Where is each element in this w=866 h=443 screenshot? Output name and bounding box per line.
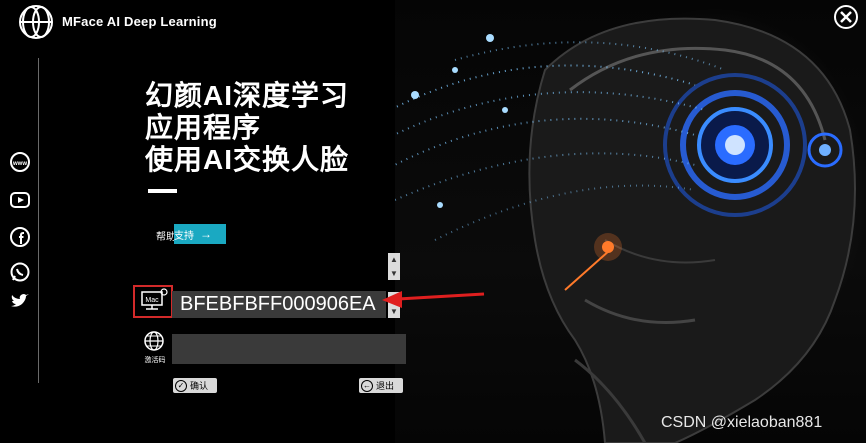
help-label: 帮助: [156, 232, 176, 243]
mac-address-field[interactable]: BFEBFBFF000906EA: [172, 291, 386, 318]
headline-line-3: 使用AI交换人脸: [145, 144, 350, 175]
chevron-up-icon[interactable]: ▲: [390, 255, 398, 264]
check-icon: ✓: [175, 379, 187, 392]
headline-line-2: 应用程序: [145, 112, 262, 143]
mac-icon-text: Mac: [145, 297, 159, 304]
chevron-down-icon[interactable]: ▼: [390, 269, 398, 278]
support-button[interactable]: 支持 →: [174, 224, 226, 244]
support-button-label: 支持: [174, 230, 194, 242]
exit-button[interactable]: ← 退出: [359, 378, 403, 393]
youtube-icon[interactable]: [8, 189, 32, 211]
confirm-button-label: 确认: [190, 381, 209, 391]
activation-label: 激活码: [144, 357, 166, 364]
brand-logo-icon: [19, 5, 53, 39]
watermark: CSDN @xielaoban881: [661, 414, 823, 431]
headline-underline: [148, 189, 177, 193]
headline-line-1: 幻颜AI深度学习: [145, 80, 350, 111]
close-button[interactable]: [833, 4, 859, 30]
whatsapp-icon[interactable]: [8, 261, 32, 283]
confirm-button[interactable]: ✓ 确认: [173, 378, 217, 393]
activation-code-field[interactable]: [172, 334, 406, 364]
scroll-up-down-control[interactable]: ▲ ▼: [388, 253, 400, 280]
twitter-icon[interactable]: [8, 290, 32, 312]
red-arrow-annotation: [382, 291, 485, 308]
mac-monitor-icon: Mac: [133, 285, 173, 318]
brand-name: MFace AI Deep Learning: [62, 14, 217, 29]
arrow-right-icon: →: [200, 227, 212, 241]
svg-text:www: www: [12, 161, 27, 167]
exit-button-label: 退出: [376, 381, 395, 391]
hero-artwork: [395, 0, 866, 443]
sidebar-divider: [38, 58, 39, 383]
www-icon[interactable]: www: [8, 151, 32, 173]
facebook-icon[interactable]: [8, 226, 32, 248]
headline: 幻颜AI深度学习 应用程序 使用AI交换人脸: [145, 80, 349, 176]
exit-arrow-icon: ←: [361, 379, 373, 392]
